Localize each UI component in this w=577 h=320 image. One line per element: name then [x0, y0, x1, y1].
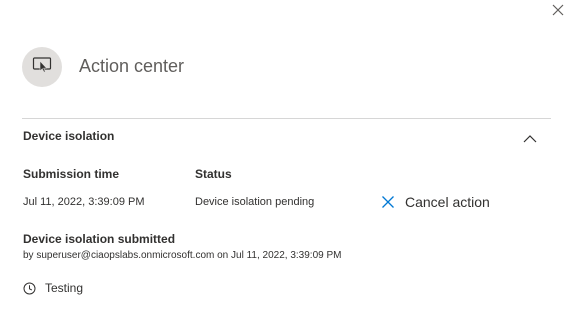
page-title: Action center [79, 56, 185, 76]
comment-text: Testing [45, 281, 84, 295]
comment-row: Testing [23, 281, 83, 295]
submission-time-value: Jul 11, 2022, 3:39:09 PM [23, 196, 145, 208]
clock-icon [23, 282, 36, 295]
submission-time-header: Submission time [23, 167, 120, 181]
chevron-up-icon[interactable] [522, 132, 538, 144]
section-title: Device isolation [23, 129, 115, 143]
cancel-action-label: Cancel action [405, 194, 490, 210]
cancel-x-icon [381, 195, 395, 209]
header-icon-circle [22, 47, 62, 87]
action-center-icon [32, 56, 52, 79]
submitted-by-text: by superuser@ciaopslabs.onmicrosoft.com … [23, 250, 342, 261]
close-icon[interactable] [550, 2, 566, 18]
cancel-action-button[interactable]: Cancel action [381, 193, 490, 211]
section-divider [22, 118, 551, 119]
submitted-title: Device isolation submitted [23, 232, 176, 246]
status-value: Device isolation pending [195, 196, 315, 208]
status-header: Status [195, 167, 232, 181]
